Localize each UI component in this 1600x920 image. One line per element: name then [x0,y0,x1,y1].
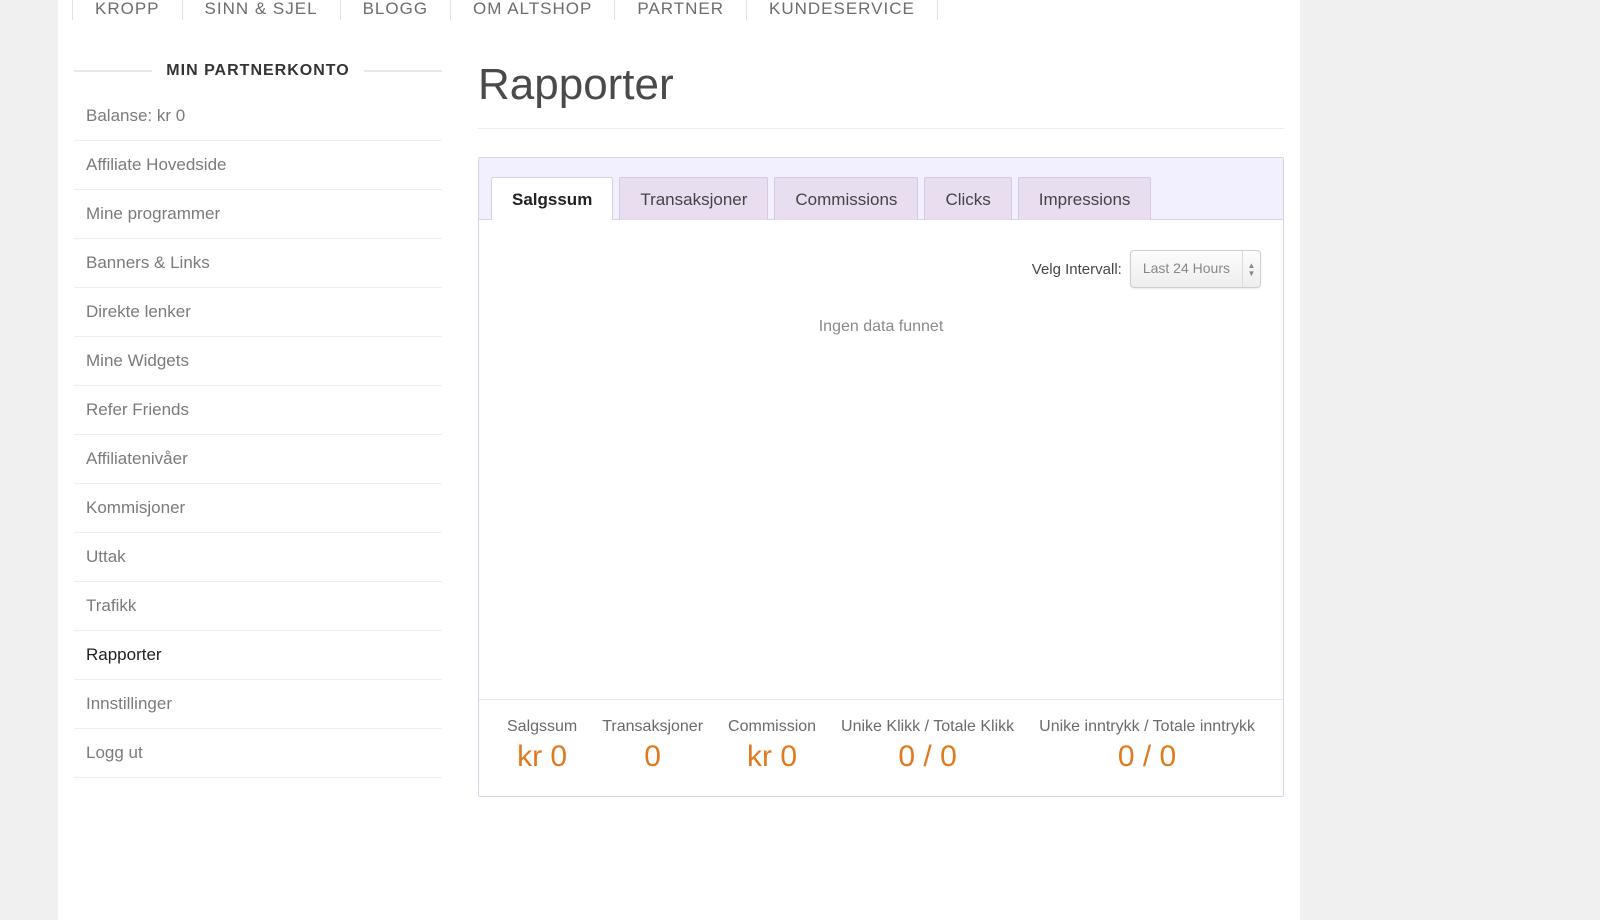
tab-clicks[interactable]: Clicks [924,177,1011,220]
nav-item-partner[interactable]: PARTNER [615,0,747,20]
nav-item-sinn-sjel[interactable]: SINN & SJEL [183,0,341,20]
summary-klikk: Unike Klikk / Totale Klikk 0 / 0 [841,718,1014,774]
summary-label: Unike inntrykk / Totale inntrykk [1039,718,1255,736]
chart-placeholder [501,336,1261,691]
nav-item-blogg[interactable]: BLOGG [341,0,451,20]
sidebar-item-balanse[interactable]: Balanse: kr 0 [74,92,442,141]
sidebar-item-mine-widgets[interactable]: Mine Widgets [74,337,442,386]
summary-transaksjoner: Transaksjoner 0 [602,718,703,774]
content-wrap: KROPP SINN & SJEL BLOGG OM ALTSHOP PARTN… [58,0,1300,920]
page-title: Rapporter [478,60,1284,110]
tab-body: Velg Intervall: Last 24 Hours ▲▼ Ingen d… [479,220,1283,699]
report-panel: Salgssum Transaksjoner Commissions Click… [478,157,1284,797]
tab-commissions[interactable]: Commissions [774,177,918,220]
sidebar-item-kommisjoner[interactable]: Kommisjoner [74,484,442,533]
sidebar-heading-wrap: MIN PARTNERKONTO [74,60,442,80]
summary-label: Commission [728,718,816,736]
sidebar-item-uttak[interactable]: Uttak [74,533,442,582]
summary-row: Salgssum kr 0 Transaksjoner 0 Commission… [479,699,1283,796]
summary-value: kr 0 [507,740,577,774]
summary-label: Unike Klikk / Totale Klikk [841,718,1014,736]
summary-value: 0 [602,740,703,774]
summary-value: 0 / 0 [841,740,1014,774]
sidebar-item-affiliatenivaer[interactable]: Affiliatenivåer [74,435,442,484]
sidebar-item-logg-ut[interactable]: Logg ut [74,729,442,778]
nav-item-kundeservice[interactable]: KUNDESERVICE [747,0,938,20]
sidebar-item-innstillinger[interactable]: Innstillinger [74,680,442,729]
sidebar: MIN PARTNERKONTO Balanse: kr 0 Affiliate… [74,60,442,797]
chevron-updown-icon: ▲▼ [1242,251,1260,287]
tab-impressions[interactable]: Impressions [1018,177,1152,220]
no-data-message: Ingen data funnet [501,318,1261,336]
sidebar-item-affiliate-hovedside[interactable]: Affiliate Hovedside [74,141,442,190]
sidebar-item-rapporter[interactable]: Rapporter [74,631,442,680]
summary-commission: Commission kr 0 [728,718,816,774]
sidebar-item-trafikk[interactable]: Trafikk [74,582,442,631]
title-rule [478,128,1284,129]
summary-salgssum: Salgssum kr 0 [507,718,577,774]
nav-item-om-altshop[interactable]: OM ALTSHOP [451,0,615,20]
sidebar-heading: MIN PARTNERKONTO [154,62,361,80]
summary-label: Transaksjoner [602,718,703,736]
main-content: Rapporter Salgssum Transaksjoner Commiss… [478,60,1284,797]
summary-value: 0 / 0 [1039,740,1255,774]
tab-salgssum[interactable]: Salgssum [491,177,613,220]
sidebar-item-refer-friends[interactable]: Refer Friends [74,386,442,435]
columns: MIN PARTNERKONTO Balanse: kr 0 Affiliate… [58,32,1300,797]
sidebar-item-mine-programmer[interactable]: Mine programmer [74,190,442,239]
interval-select[interactable]: Last 24 Hours ▲▼ [1130,250,1261,288]
tab-transaksjoner[interactable]: Transaksjoner [619,177,768,220]
interval-row: Velg Intervall: Last 24 Hours ▲▼ [501,250,1261,288]
summary-label: Salgssum [507,718,577,736]
tab-row: Salgssum Transaksjoner Commissions Click… [479,158,1283,220]
sidebar-list: Balanse: kr 0 Affiliate Hovedside Mine p… [74,92,442,778]
page-root: KROPP SINN & SJEL BLOGG OM ALTSHOP PARTN… [0,0,1600,920]
interval-select-value: Last 24 Hours [1131,251,1242,287]
summary-value: kr 0 [728,740,816,774]
sidebar-item-banners-links[interactable]: Banners & Links [74,239,442,288]
interval-label: Velg Intervall: [1032,261,1122,278]
top-nav: KROPP SINN & SJEL BLOGG OM ALTSHOP PARTN… [58,0,1300,32]
sidebar-item-direkte-lenker[interactable]: Direkte lenker [74,288,442,337]
nav-item-kropp[interactable]: KROPP [72,0,183,20]
summary-inntrykk: Unike inntrykk / Totale inntrykk 0 / 0 [1039,718,1255,774]
